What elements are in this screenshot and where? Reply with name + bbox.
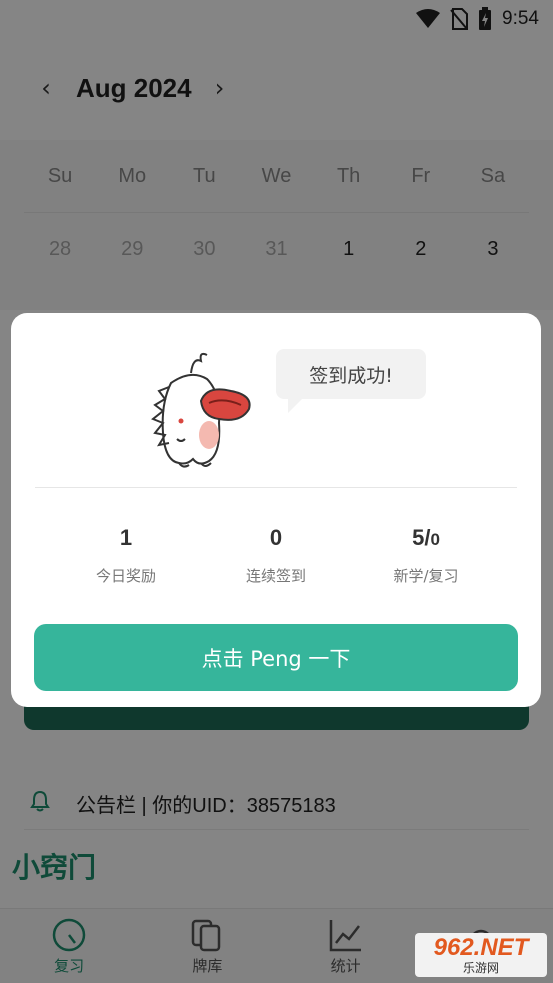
peng-button[interactable]: 点击 Peng 一下 [34,624,518,691]
checkin-stats: 1 今日奖励 0 连续签到 5/0 新学/复习 [51,525,501,586]
watermark-brand: 962.NET [433,934,529,961]
checkin-dialog: 签到成功! 1 今日奖励 0 连续签到 5/0 新学/复习 点击 Peng 一下 [11,313,541,707]
stat-label: 今日奖励 [95,567,156,585]
watermark-caption: 乐游网 [462,961,499,975]
stat-value: 5/0 [412,525,440,555]
stat-streak: 0 连续签到 [201,525,351,586]
mascot-illustration [141,343,261,473]
stat-value-main: 5/ [412,525,431,550]
divider [35,487,517,488]
stat-today-reward: 1 今日奖励 [51,525,201,586]
stat-label: 连续签到 [245,567,306,585]
bubble-text: 签到成功! [309,364,393,387]
speech-bubble: 签到成功! [276,349,426,413]
watermark-logo: 962.NET 乐游网 [415,933,547,977]
peng-button-label: 点击 Peng 一下 [201,646,351,671]
stat-value: 0 [269,525,283,550]
stat-new-review: 5/0 新学/复习 [351,525,501,586]
stat-value: 1 [119,525,133,550]
stat-value-small: 0 [430,530,440,549]
stat-label: 新学/复习 [393,567,459,585]
